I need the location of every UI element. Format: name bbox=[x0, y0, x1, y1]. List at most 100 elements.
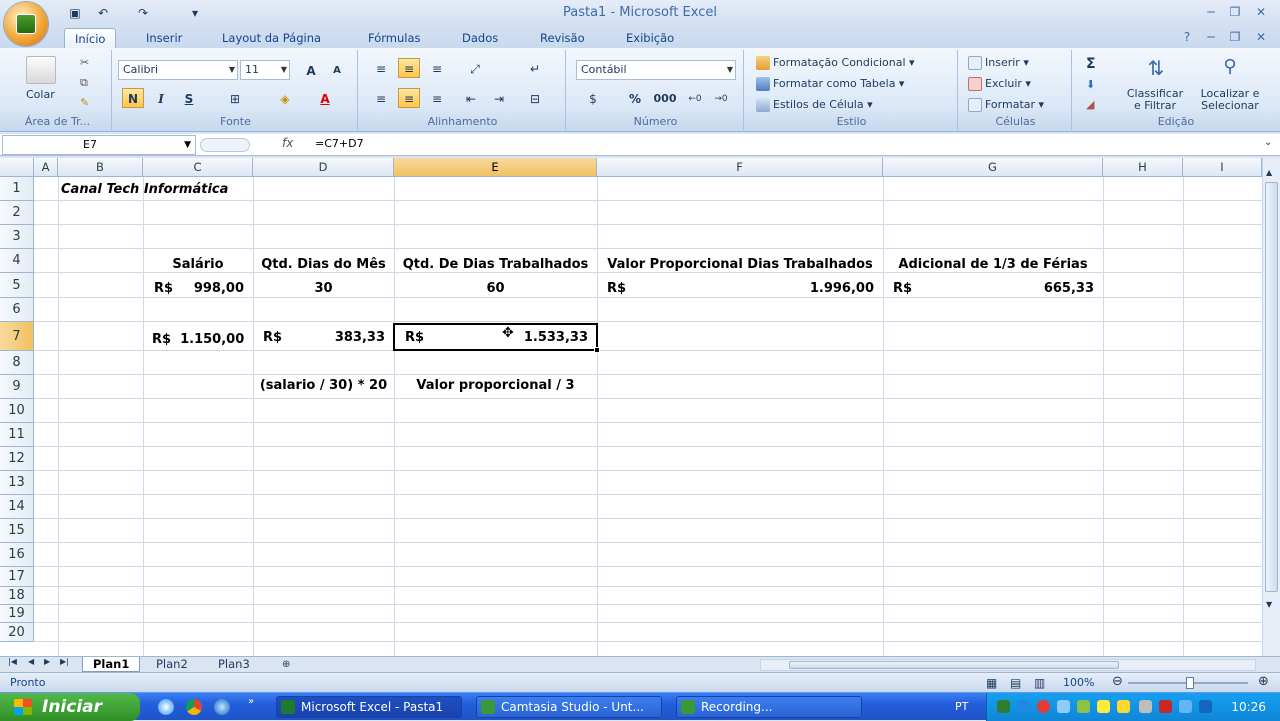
sort-filter-button[interactable]: Classificar e Filtrar bbox=[1122, 88, 1188, 112]
ribbon-minimize-icon[interactable]: ─ bbox=[1200, 28, 1222, 46]
cell-c5-currency[interactable]: R$ bbox=[154, 281, 173, 296]
restore-icon[interactable]: ❐ bbox=[1224, 3, 1246, 21]
row-header[interactable]: 17 bbox=[0, 567, 34, 587]
borders-icon[interactable]: ⊞ bbox=[224, 88, 246, 108]
decrease-decimal-icon[interactable]: →0 bbox=[710, 88, 732, 108]
tab-dados[interactable]: Dados bbox=[452, 28, 508, 48]
cell-g4[interactable]: Adicional de 1/3 de Férias bbox=[883, 257, 1103, 272]
tray-monitor-icon[interactable] bbox=[1017, 700, 1030, 713]
tray-update-icon[interactable] bbox=[1057, 700, 1070, 713]
help-icon[interactable]: ? bbox=[1176, 28, 1198, 46]
chrome-icon[interactable] bbox=[186, 699, 202, 715]
vertical-scrollbar[interactable]: ▲ ▼ bbox=[1262, 158, 1280, 656]
row-header[interactable]: 7 bbox=[0, 322, 34, 351]
insert-cells-button[interactable]: Inserir ▾ bbox=[968, 56, 1029, 70]
clear-icon[interactable]: ◢ bbox=[1086, 98, 1094, 111]
cell-g5-currency[interactable]: R$ bbox=[893, 281, 912, 296]
tray-display-icon[interactable] bbox=[1179, 700, 1192, 713]
wrap-text-icon[interactable]: ↵ bbox=[524, 58, 546, 78]
increase-indent-icon[interactable]: ⇥ bbox=[488, 88, 510, 108]
select-all-corner[interactable] bbox=[0, 158, 34, 177]
cell-c4[interactable]: Salário bbox=[143, 257, 253, 272]
ie-icon[interactable] bbox=[214, 699, 230, 715]
number-format-combo[interactable]: Contábil ▼ bbox=[576, 60, 736, 80]
tab-formulas[interactable]: Fórmulas bbox=[358, 28, 431, 48]
row-header[interactable]: 12 bbox=[0, 447, 34, 471]
cell-d7-currency[interactable]: R$ bbox=[263, 330, 282, 345]
scroll-down-icon[interactable]: ▼ bbox=[1266, 600, 1272, 609]
cell-c7[interactable]: R$ 1.150,00 bbox=[152, 332, 244, 347]
col-header-b[interactable]: B bbox=[58, 158, 143, 177]
tab-layout[interactable]: Layout da Página bbox=[212, 28, 331, 48]
cell-b1[interactable]: Canal Tech Informática bbox=[61, 182, 228, 197]
format-painter-icon[interactable]: ✎ bbox=[80, 96, 89, 109]
vertical-scroll-thumb[interactable] bbox=[1265, 182, 1278, 592]
last-sheet-icon[interactable]: ▶| bbox=[60, 657, 69, 666]
row-header[interactable]: 6 bbox=[0, 298, 34, 322]
accounting-format-icon[interactable]: $ bbox=[582, 88, 604, 108]
cell-e4[interactable]: Qtd. De Dias Trabalhados bbox=[394, 257, 597, 272]
language-indicator[interactable]: PT bbox=[955, 700, 968, 713]
page-break-icon[interactable]: ▥ bbox=[1034, 676, 1045, 690]
align-right-icon[interactable]: ≡ bbox=[426, 88, 448, 108]
zoom-level[interactable]: 100% bbox=[1063, 676, 1094, 689]
quicklaunch-more-icon[interactable]: » bbox=[248, 696, 254, 707]
tray-antivirus-icon[interactable] bbox=[1159, 700, 1172, 713]
font-size-combo[interactable]: 11 ▼ bbox=[240, 60, 290, 80]
formula-bar-resize-handle[interactable] bbox=[200, 138, 250, 152]
office-button[interactable] bbox=[4, 2, 48, 46]
zoom-in-icon[interactable]: ⊕ bbox=[1258, 674, 1269, 689]
row-header[interactable]: 16 bbox=[0, 543, 34, 567]
thousands-button[interactable]: 000 bbox=[650, 88, 680, 108]
delete-cells-button[interactable]: Excluir ▾ bbox=[968, 77, 1031, 91]
zoom-slider-thumb[interactable] bbox=[1186, 677, 1194, 689]
col-header-a[interactable]: A bbox=[34, 158, 58, 177]
sheet-tab-plan1[interactable]: Plan1 bbox=[82, 657, 141, 672]
format-table-button[interactable]: Formatar como Tabela ▾ bbox=[756, 77, 904, 91]
conditional-format-button[interactable]: Formatação Condicional ▾ bbox=[756, 56, 915, 70]
col-header-h[interactable]: H bbox=[1103, 158, 1183, 177]
fill-handle[interactable] bbox=[594, 347, 600, 353]
col-header-i[interactable]: I bbox=[1183, 158, 1262, 177]
cell-d5[interactable]: 30 bbox=[253, 281, 394, 296]
first-sheet-icon[interactable]: |◀ bbox=[8, 657, 17, 666]
row-header[interactable]: 9 bbox=[0, 375, 34, 399]
align-middle-icon[interactable]: ≡ bbox=[398, 58, 420, 78]
autosum-button[interactable]: Σ bbox=[1086, 56, 1096, 72]
tray-messenger-icon[interactable] bbox=[1097, 700, 1110, 713]
cell-f4[interactable]: Valor Proporcional Dias Trabalhados bbox=[597, 257, 883, 272]
cell-g5-value[interactable]: 665,33 bbox=[1010, 281, 1094, 296]
tray-network-icon[interactable] bbox=[997, 700, 1010, 713]
cell-f5-currency[interactable]: R$ bbox=[607, 281, 626, 296]
decrease-indent-icon[interactable]: ⇤ bbox=[460, 88, 482, 108]
row-header[interactable]: 15 bbox=[0, 519, 34, 543]
sheet-tab-plan2[interactable]: Plan2 bbox=[146, 657, 198, 672]
normal-view-icon[interactable]: ▦ bbox=[986, 676, 997, 690]
bluetooth-icon[interactable] bbox=[1199, 700, 1212, 713]
close-icon[interactable]: ✕ bbox=[1250, 3, 1272, 21]
row-header[interactable]: 14 bbox=[0, 495, 34, 519]
bold-button[interactable]: N bbox=[122, 88, 144, 108]
grow-font-icon[interactable]: A bbox=[300, 60, 322, 80]
merge-center-icon[interactable]: ⊟ bbox=[524, 88, 546, 108]
fill-color-icon[interactable]: ◈ bbox=[274, 88, 296, 108]
copy-icon[interactable]: ⧉ bbox=[80, 76, 88, 90]
row-header[interactable]: 13 bbox=[0, 471, 34, 495]
shrink-font-icon[interactable]: A bbox=[326, 60, 348, 80]
italic-button[interactable]: I bbox=[150, 88, 172, 108]
align-top-icon[interactable]: ≡ bbox=[370, 58, 392, 78]
row-header[interactable]: 8 bbox=[0, 351, 34, 375]
next-sheet-icon[interactable]: ▶ bbox=[44, 657, 50, 666]
expand-formula-icon[interactable]: ⌄ bbox=[1264, 137, 1272, 148]
active-cell-selection[interactable] bbox=[393, 323, 600, 353]
formula-input[interactable]: =C7+D7 bbox=[315, 137, 364, 150]
horizontal-scroll-thumb[interactable] bbox=[789, 661, 1119, 669]
cut-icon[interactable]: ✂ bbox=[80, 56, 89, 69]
insert-sheet-icon[interactable]: ⊕ bbox=[272, 657, 300, 672]
font-name-combo[interactable]: Calibri ▼ bbox=[118, 60, 238, 80]
orientation-icon[interactable]: ⤢ bbox=[464, 58, 486, 78]
browser-icon[interactable] bbox=[158, 699, 174, 715]
paste-icon[interactable] bbox=[26, 56, 56, 84]
col-header-c[interactable]: C bbox=[143, 158, 253, 177]
page-layout-icon[interactable]: ▤ bbox=[1010, 676, 1021, 690]
